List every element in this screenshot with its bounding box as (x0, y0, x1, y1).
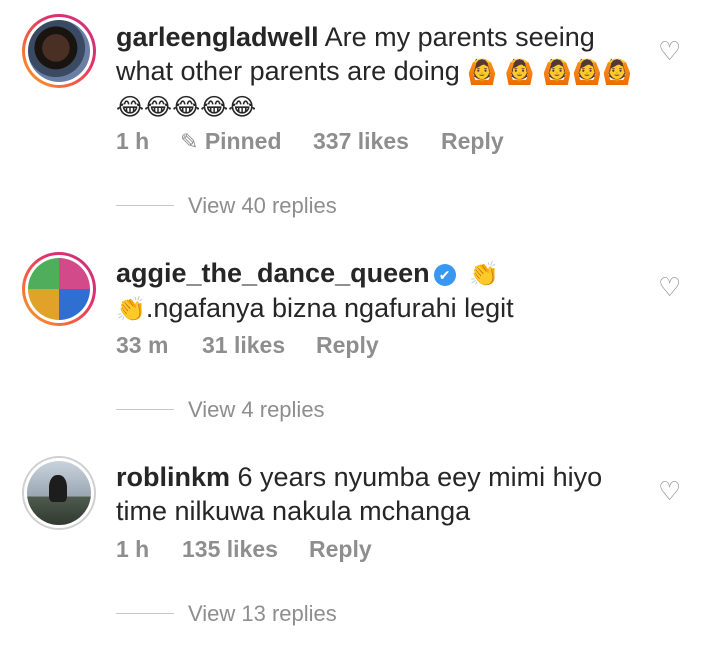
avatar[interactable] (22, 14, 96, 88)
timestamp: 33 m (116, 332, 169, 358)
view-replies-button[interactable]: View 13 replies (116, 601, 337, 627)
avatar-image (27, 461, 91, 525)
avatar-image (28, 258, 90, 320)
pinned-label: Pinned (204, 128, 282, 154)
emoji-row: 🙆 🙆 🙆🙆🙆 (467, 58, 632, 86)
view-replies-button[interactable]: View 4 replies (116, 397, 325, 423)
view-replies-button[interactable]: View 40 replies (116, 193, 337, 219)
reply-button[interactable]: Reply (316, 332, 379, 359)
divider (116, 409, 174, 410)
pinned-indicator: ✎ Pinned (180, 128, 282, 155)
likes-count[interactable]: 31 likes (202, 332, 285, 359)
username[interactable]: roblinkm (116, 462, 230, 492)
avatar[interactable] (22, 252, 96, 326)
like-heart-icon[interactable]: ♡ (658, 272, 681, 303)
avatar-image (28, 20, 90, 82)
pin-icon: ✎ (180, 129, 199, 154)
likes-count[interactable]: 337 likes (313, 128, 409, 155)
like-heart-icon[interactable]: ♡ (658, 476, 681, 507)
username[interactable]: aggie_the_dance_queen (116, 258, 430, 288)
comment-text: .ngafanya bizna ngafurahi legit (145, 293, 514, 323)
reply-button[interactable]: Reply (309, 536, 372, 563)
view-replies-label[interactable]: View 13 replies (188, 601, 337, 626)
verified-badge-icon: ✔ (433, 264, 456, 286)
avatar[interactable] (22, 456, 96, 530)
comment-body: aggie_the_dance_queen ✔ 👏👏.ngafanya bizna… (116, 256, 644, 326)
timestamp: 1 h (116, 536, 150, 562)
reply-button[interactable]: Reply (441, 128, 504, 155)
username[interactable]: garleengladwell (116, 22, 319, 52)
comment-body: roblinkm 6 years nyumba eey mimi hiyo ti… (116, 460, 644, 528)
comment-body: garleengladwell Are my parents seeing wh… (116, 20, 644, 124)
timestamp: 1 h (116, 128, 150, 154)
emoji-row: 😂😂😂😂😂 (116, 93, 257, 121)
divider (116, 613, 174, 614)
likes-count[interactable]: 135 likes (182, 536, 278, 563)
like-heart-icon[interactable]: ♡ (658, 36, 681, 67)
view-replies-label[interactable]: View 40 replies (188, 193, 337, 218)
divider (116, 205, 174, 206)
view-replies-label[interactable]: View 4 replies (188, 397, 325, 422)
